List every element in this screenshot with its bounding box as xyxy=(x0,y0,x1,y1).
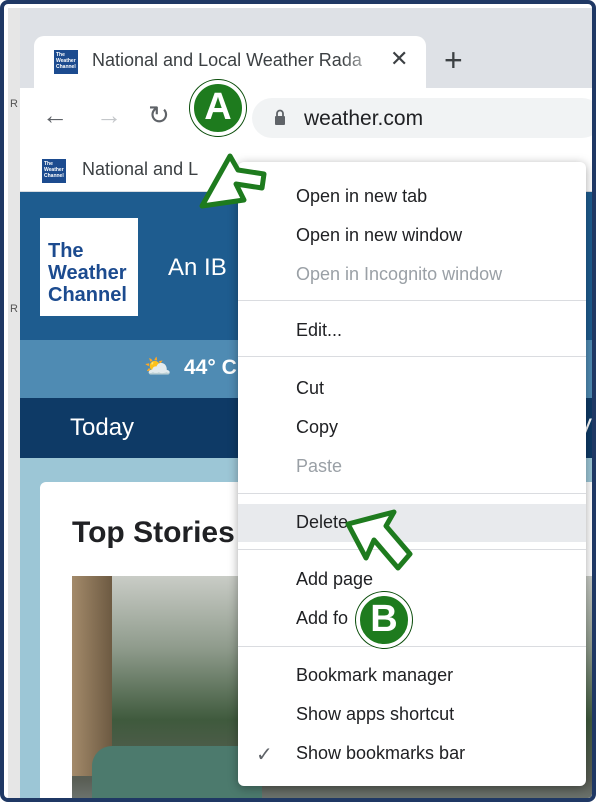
menu-label: Bookmark manager xyxy=(296,665,454,685)
weather-channel-logo[interactable]: The Weather Channel xyxy=(40,218,138,316)
tab-strip: The Weather Channel National and Local Wea… xyxy=(20,8,592,88)
plus-icon[interactable]: + xyxy=(444,42,463,79)
crushed-car xyxy=(92,746,262,798)
menu-item-edit[interactable]: Edit... xyxy=(238,312,586,350)
menu-item-add-folder[interactable]: Add fo xyxy=(238,600,586,638)
weather-channel-favicon: The Weather Channel xyxy=(42,159,66,183)
menu-item-bookmark-manager[interactable]: Bookmark manager xyxy=(238,657,586,695)
screenshot-frame: R R The Weather Channel National and Local… xyxy=(0,0,596,802)
menu-label: Open in Incognito window xyxy=(296,264,503,284)
menu-label: Paste xyxy=(296,456,343,476)
weather-channel-favicon: The Weather Channel xyxy=(54,50,78,74)
menu-label: Open in new window xyxy=(296,225,463,245)
checkmark-icon: ✓ xyxy=(256,744,273,766)
menu-item-open-new-tab[interactable]: Open in new tab xyxy=(238,178,586,216)
edge-mark: R xyxy=(10,303,18,315)
menu-label: Cut xyxy=(296,378,325,398)
menu-item-paste[interactable]: Paste xyxy=(238,448,586,486)
menu-separator xyxy=(238,646,586,647)
callout-a-badge: A xyxy=(190,80,246,136)
menu-separator xyxy=(238,493,586,494)
menu-label: Show bookmarks bar xyxy=(296,743,466,763)
callout-b-badge: B xyxy=(356,592,412,648)
browser-toolbar: ← → ↻ weather.com xyxy=(20,88,592,148)
active-tab[interactable]: The Weather Channel National and Local Wea… xyxy=(34,36,426,88)
menu-label: Add fo xyxy=(296,608,349,628)
menu-item-open-incognito[interactable]: Open in Incognito window xyxy=(238,256,586,294)
nav-today[interactable]: Today xyxy=(70,414,134,442)
callout-a-arrow-icon xyxy=(199,153,267,209)
menu-item-show-apps-shortcut[interactable]: Show apps shortcut xyxy=(238,696,586,734)
bookmark-context-menu: Open in new tab Open in new window Open … xyxy=(238,162,586,786)
partly-cloudy-icon: ⛅ xyxy=(144,354,172,379)
logo-text: The Weather Channel xyxy=(48,240,127,306)
url-text: weather.com xyxy=(304,107,424,130)
forward-arrow-icon[interactable]: → xyxy=(96,100,122,131)
background-window-edge: R R xyxy=(8,8,20,798)
menu-item-open-new-window[interactable]: Open in new window xyxy=(238,217,586,255)
menu-label: Open in new tab xyxy=(296,186,428,206)
reload-icon[interactable]: ↻ xyxy=(148,100,170,131)
ibm-tagline: An IB xyxy=(168,254,227,281)
close-icon[interactable]: ✕ xyxy=(390,46,408,72)
menu-separator xyxy=(238,300,586,301)
menu-label: Copy xyxy=(296,417,339,437)
back-arrow-icon[interactable]: ← xyxy=(42,100,68,131)
edge-mark: R xyxy=(10,98,18,110)
menu-label: Show apps shortcut xyxy=(296,704,455,724)
address-bar[interactable]: weather.com xyxy=(252,98,592,138)
menu-item-copy[interactable]: Copy xyxy=(238,409,586,447)
temperature-value[interactable]: 44° C xyxy=(184,356,237,380)
top-stories-title: Top Stories xyxy=(72,516,235,549)
menu-item-cut[interactable]: Cut xyxy=(238,370,586,408)
bookmark-label: National and L xyxy=(82,159,199,179)
tab-title: National and Local Weather Rada xyxy=(92,50,382,71)
menu-separator xyxy=(238,356,586,357)
menu-item-show-bookmarks-bar[interactable]: ✓ Show bookmarks bar xyxy=(238,735,586,773)
menu-label: Edit... xyxy=(296,320,343,340)
callout-b-arrow-icon xyxy=(345,509,413,571)
lock-icon xyxy=(275,109,285,125)
